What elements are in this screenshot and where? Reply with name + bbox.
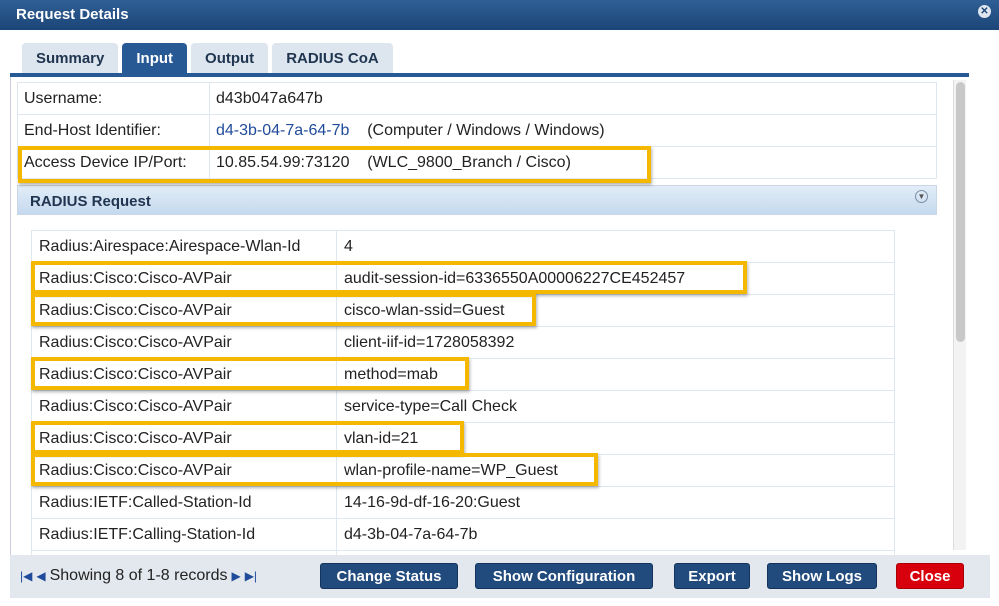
radius-row: Radius:IETF:Called-Station-Id 14-16-9d-df… (31, 486, 895, 519)
radius-attribute: Radius:IETF:Calling-Station-Id (31, 518, 337, 551)
radius-value: audit-session-id=6336550A00006227CE45245… (336, 262, 895, 295)
pager-text: Showing 8 of 1-8 records (49, 567, 228, 584)
close-icon[interactable]: ✕ (978, 5, 991, 18)
radius-row: Radius:IETF:Calling-Station-Id d4-3b-04-7… (31, 518, 895, 551)
radius-row: Radius:Cisco:Cisco-AVPair audit-session-i… (31, 262, 895, 295)
radius-value: wlan-profile-name=WP_Guest (336, 454, 895, 487)
radius-row: Radius:Cisco:Cisco-AVPair cisco-wlan-ssid… (31, 294, 895, 327)
radius-attribute: Radius:Cisco:Cisco-AVPair (31, 262, 337, 295)
scrollbar[interactable] (953, 80, 966, 550)
footer-bar: |◀ ◀ Showing 8 of 1-8 records ▶ ▶| Change … (10, 555, 990, 598)
tab-output[interactable]: Output (191, 43, 269, 74)
radius-value: service-type=Call Check (336, 390, 895, 423)
radius-row: Radius:Cisco:Cisco-AVPair client-iif-id=1… (31, 326, 895, 359)
radius-request-header[interactable]: RADIUS Request ▼ (17, 185, 937, 215)
info-row: Access Device IP/Port: 10.85.54.99:73120 … (17, 146, 937, 179)
radius-value: 4 (336, 230, 895, 263)
radius-attribute: Radius:IETF:Called-Station-Id (31, 486, 337, 519)
info-row: Username: d43b047a647b (17, 82, 937, 115)
end-host-extra: (Computer / Windows / Windows) (367, 121, 605, 139)
end-host-link[interactable]: d4-3b-04-7a-64-7b (216, 122, 349, 139)
radius-row: Radius:Cisco:Cisco-AVPair service-type=Ca… (31, 390, 895, 423)
radius-attribute: Radius:Cisco:Cisco-AVPair (31, 326, 337, 359)
change-status-button[interactable]: Change Status (320, 563, 458, 589)
radius-attribute: Radius:Cisco:Cisco-AVPair (31, 294, 337, 327)
info-row: End-Host Identifier: d4-3b-04-7a-64-7b (C… (17, 114, 937, 147)
tab-summary[interactable]: Summary (22, 43, 119, 74)
info-label: End-Host Identifier: (17, 114, 210, 147)
first-page-icon[interactable]: |◀ (20, 569, 32, 583)
pager: |◀ ◀ Showing 8 of 1-8 records ▶ ▶| (20, 567, 257, 585)
radius-row: Radius:Airespace:Airespace-Wlan-Id 4 (31, 230, 895, 263)
last-page-icon[interactable]: ▶| (245, 569, 257, 583)
info-value: d43b047a647b (209, 82, 937, 115)
radius-value: client-iif-id=1728058392 (336, 326, 895, 359)
scrollbar-thumb[interactable] (956, 82, 965, 342)
info-table: Username: d43b047a647b End-Host Identifie… (17, 82, 937, 179)
prev-page-icon[interactable]: ◀ (36, 569, 45, 583)
access-device-value: 10.85.54.99:73120 (216, 153, 350, 171)
radius-value: 14-16-9d-df-16-20:Guest (336, 486, 895, 519)
show-configuration-button[interactable]: Show Configuration (475, 563, 653, 589)
radius-attribute: Radius:Cisco:Cisco-AVPair (31, 422, 337, 455)
radius-value: vlan-id=21 (336, 422, 895, 455)
username-value: d43b047a647b (216, 89, 323, 107)
radius-attribute: Radius:Cisco:Cisco-AVPair (31, 390, 337, 423)
info-value: 10.85.54.99:73120 (WLC_9800_Branch / Cis… (209, 146, 937, 179)
input-panel: Username: d43b047a647b End-Host Identifie… (10, 77, 950, 557)
dialog-title: Request Details (16, 6, 129, 23)
next-page-icon[interactable]: ▶ (231, 569, 240, 583)
radius-attribute: Radius:Airespace:Airespace-Wlan-Id (31, 230, 337, 263)
access-device-extra: (WLC_9800_Branch / Cisco) (367, 153, 571, 171)
tab-bar: Summary Input Output RADIUS CoA (22, 43, 393, 74)
export-button[interactable]: Export (674, 563, 750, 589)
collapse-icon[interactable]: ▼ (915, 190, 928, 203)
radius-attribute: Radius:Cisco:Cisco-AVPair (31, 358, 337, 391)
radius-row: Radius:Cisco:Cisco-AVPair method=mab (31, 358, 895, 391)
radius-value: method=mab (336, 358, 895, 391)
show-logs-button[interactable]: Show Logs (767, 563, 877, 589)
tab-radius-coa[interactable]: RADIUS CoA (272, 43, 393, 74)
section-title: RADIUS Request (30, 193, 151, 210)
info-label: Username: (17, 82, 210, 115)
radius-row: Radius:Cisco:Cisco-AVPair vlan-id=21 (31, 422, 895, 455)
close-button[interactable]: Close (896, 563, 964, 589)
radius-row: Radius:Cisco:Cisco-AVPair wlan-profile-na… (31, 454, 895, 487)
info-value: d4-3b-04-7a-64-7b (Computer / Windows / … (209, 114, 937, 147)
radius-value: cisco-wlan-ssid=Guest (336, 294, 895, 327)
info-label: Access Device IP/Port: (17, 146, 210, 179)
radius-attribute: Radius:Cisco:Cisco-AVPair (31, 454, 337, 487)
dialog-title-bar: Request Details ✕ (0, 0, 999, 30)
radius-value: d4-3b-04-7a-64-7b (336, 518, 895, 551)
tab-input[interactable]: Input (122, 43, 188, 74)
radius-table: Radius:Airespace:Airespace-Wlan-Id 4 Radiu… (31, 230, 895, 557)
